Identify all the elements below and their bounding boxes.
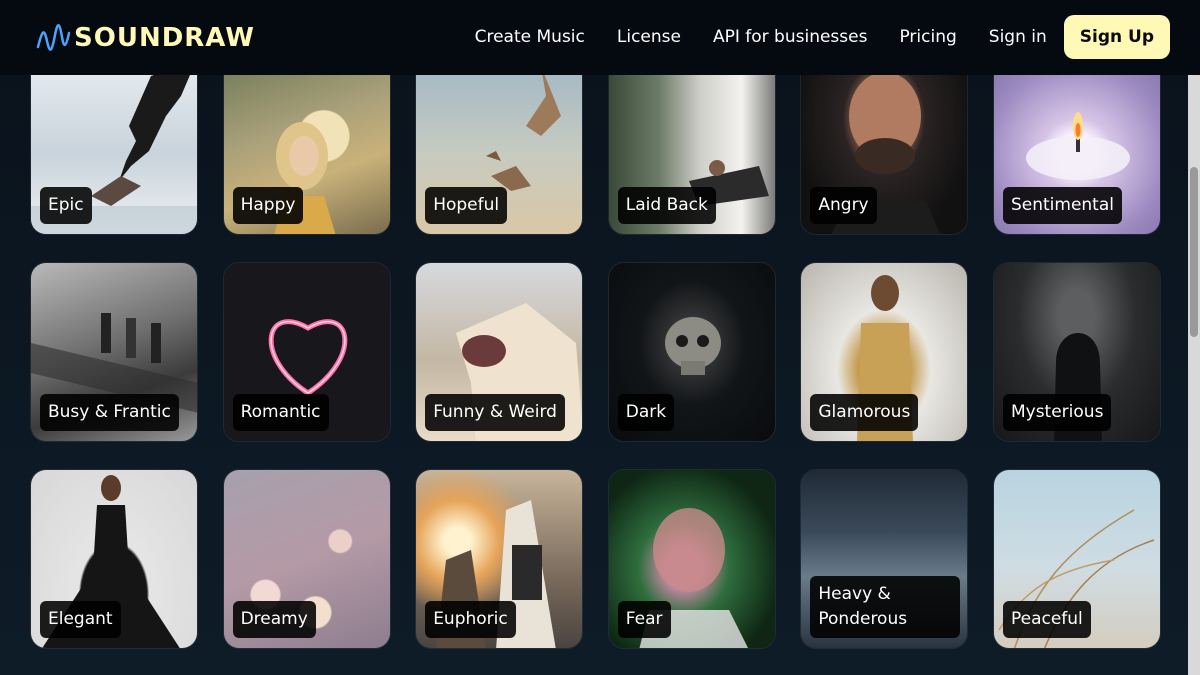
mood-card-peaceful[interactable]: Peaceful [992, 469, 1161, 649]
top-navigation-bar: SOUNDRAW Create Music License API for bu… [0, 0, 1200, 75]
mood-label: Laid Back [617, 187, 716, 224]
mood-label: Funny & Weird [425, 394, 565, 431]
main-nav: Create Music License API for businesses … [443, 14, 1170, 60]
soundraw-logo[interactable]: SOUNDRAW [36, 20, 255, 56]
waveform-logo-icon [36, 24, 70, 51]
mood-card-angry[interactable]: Angry [800, 55, 969, 235]
page-scrollbar[interactable] [1188, 75, 1200, 675]
mood-label: Romantic [232, 394, 329, 431]
mood-card-elegant[interactable]: Elegant [30, 469, 198, 649]
mood-label: Happy [232, 187, 304, 224]
mood-label: Elegant [40, 601, 121, 638]
mood-label: Mysterious [1002, 394, 1112, 431]
mood-card-laid-back[interactable]: Laid Back [607, 55, 776, 235]
mood-card-happy[interactable]: Happy [222, 55, 391, 235]
mood-label: Heavy & Ponderous [810, 576, 961, 638]
nav-create-music[interactable]: Create Music [475, 27, 585, 47]
mood-card-heavy-ponderous[interactable]: Heavy & Ponderous [800, 469, 969, 649]
mood-label: Euphoric [425, 601, 516, 638]
mood-label: Glamorous [810, 394, 919, 431]
mood-label: Dreamy [232, 601, 316, 638]
mood-card-busy-frantic[interactable]: Busy & Frantic [30, 262, 198, 442]
mood-label: Angry [810, 187, 877, 224]
mood-card-mysterious[interactable]: Mysterious [992, 262, 1161, 442]
mood-label: Sentimental [1002, 187, 1122, 224]
mood-label: Epic [40, 187, 92, 224]
mood-card-fear[interactable]: Fear [607, 469, 776, 649]
mood-grid: Epic Happy Hopeful Laid Back Angry Senti… [30, 55, 1161, 649]
nav-pricing[interactable]: Pricing [899, 27, 956, 47]
mood-card-epic[interactable]: Epic [30, 55, 198, 235]
mood-label: Busy & Frantic [40, 394, 179, 431]
mood-card-dreamy[interactable]: Dreamy [222, 469, 391, 649]
mood-card-euphoric[interactable]: Euphoric [415, 469, 584, 649]
nav-api-for-businesses[interactable]: API for businesses [713, 27, 868, 47]
mood-card-dark[interactable]: Dark [607, 262, 776, 442]
mood-card-hopeful[interactable]: Hopeful [415, 55, 584, 235]
mood-card-sentimental[interactable]: Sentimental [992, 55, 1161, 235]
scrollbar-thumb[interactable] [1190, 167, 1198, 337]
mood-card-glamorous[interactable]: Glamorous [800, 262, 969, 442]
mood-label: Hopeful [425, 187, 508, 224]
mood-card-funny-weird[interactable]: Funny & Weird [415, 262, 584, 442]
mood-label: Peaceful [1002, 601, 1091, 638]
brand-name: SOUNDRAW [74, 23, 255, 53]
mood-card-romantic[interactable]: Romantic [222, 262, 391, 442]
mood-label: Dark [617, 394, 675, 431]
nav-license[interactable]: License [617, 27, 681, 47]
nav-sign-in[interactable]: Sign in [989, 27, 1047, 47]
mood-label: Fear [617, 601, 671, 638]
sign-up-button[interactable]: Sign Up [1063, 15, 1170, 59]
